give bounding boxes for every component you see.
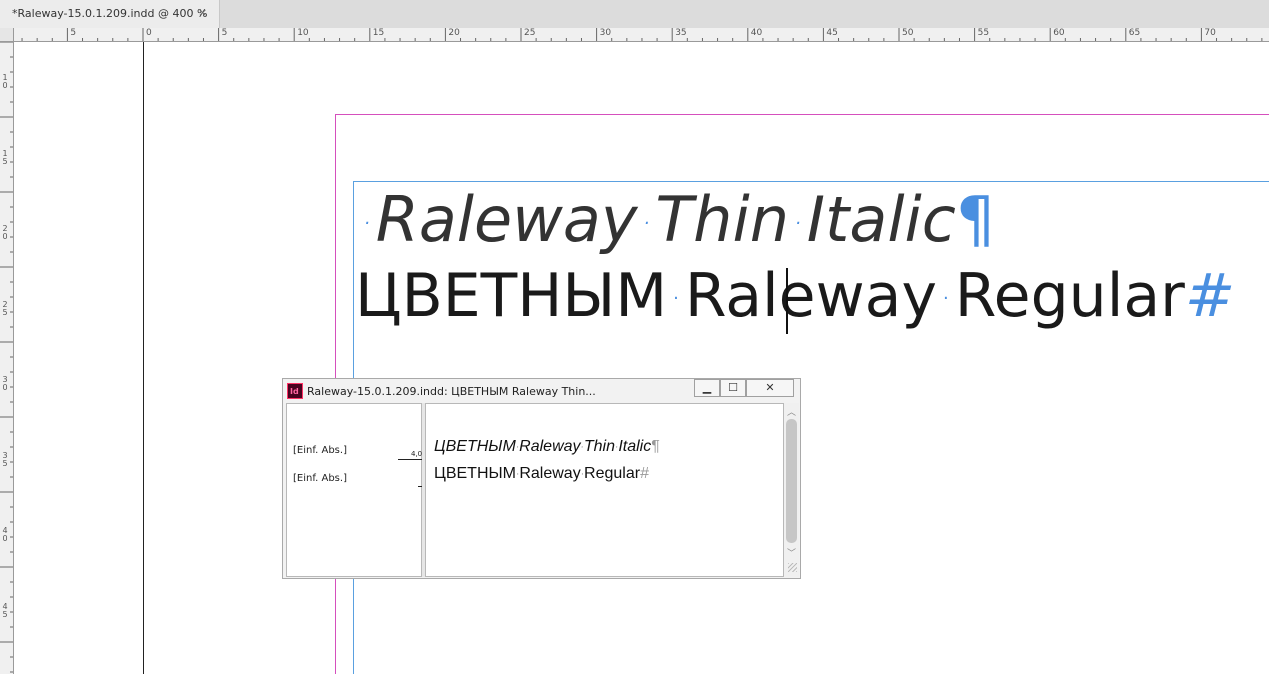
ruler-origin[interactable] [0, 28, 14, 42]
word: Raleway [375, 183, 638, 256]
maximize-icon: ☐ [728, 381, 738, 394]
word: ЦВЕТНЫМ [434, 438, 516, 455]
ruler-label: 5 [70, 28, 77, 38]
app-icon-label: Id [290, 387, 299, 396]
ruler-label: 30 [599, 28, 612, 38]
minimize-icon: ▁ [702, 381, 712, 394]
text-frame-top-edge [353, 181, 1269, 182]
word: Regular [584, 465, 641, 482]
ruler-label: 40 [750, 28, 763, 38]
word: Raleway [684, 261, 937, 331]
end-of-story-mark: # [1184, 261, 1236, 331]
space-marker: · [364, 212, 370, 234]
depth-ruler [398, 459, 422, 460]
ruler-label: 4 5 [2, 601, 8, 619]
vertical-scrollbar[interactable]: ︿ ﹀ [784, 403, 799, 577]
word: Thin [655, 183, 789, 256]
indesign-app-icon: Id [287, 383, 303, 399]
word: Italic [618, 438, 652, 455]
vertical-ruler[interactable]: 1 0 1 5 2 0 2 5 3 0 3 5 4 0 4 5 [0, 42, 14, 674]
paragraph-mark: ¶ [651, 438, 660, 455]
end-of-story-mark: # [640, 465, 649, 482]
scroll-thumb[interactable] [786, 419, 797, 543]
document-tab[interactable]: *Raleway-15.0.1.209.indd @ 400 % × [0, 0, 220, 28]
horizontal-ruler-ticks [21, 28, 1263, 41]
ruler-label: 3 0 [2, 375, 8, 392]
style-name-2: [Einf. Abs.] [293, 473, 347, 484]
word: ЦВЕТНЫМ [355, 261, 668, 331]
story-line-1[interactable]: ЦВЕТНЫМ·Raleway·Thin·Italic¶ [434, 438, 660, 456]
ruler-label: 0 [146, 28, 152, 38]
ruler-label: 2 0 [2, 224, 8, 241]
vertical-ruler-ticks [0, 42, 13, 673]
text-line-regular[interactable]: ЦВЕТНЫМ · Raleway · Regular# [355, 258, 1235, 337]
document-tab-bar: *Raleway-15.0.1.209.indd @ 400 % × [0, 0, 1269, 29]
ruler-label: 4 0 [2, 526, 8, 543]
ruler-label: 3 5 [2, 450, 8, 468]
story-editor-title: Raleway-15.0.1.209.indd: ЦВЕТНЫМ Raleway… [307, 385, 596, 398]
ruler-label: 2 5 [2, 299, 8, 317]
ruler-label: 60 [1053, 28, 1065, 38]
depth-value: 4,0 [411, 450, 423, 458]
ruler-label: 50 [902, 28, 914, 38]
story-editor-titlebar[interactable]: Id Raleway-15.0.1.209.indd: ЦВЕТНЫМ Rale… [283, 379, 800, 403]
ruler-label: 65 [1128, 28, 1141, 38]
ruler-label: 45 [826, 28, 838, 38]
close-tab-icon[interactable]: × [198, 6, 207, 19]
ruler-label: 15 [372, 28, 385, 38]
document-tab-title: *Raleway-15.0.1.209.indd @ 400 % [12, 7, 208, 20]
story-text-area[interactable]: ЦВЕТНЫМ·Raleway·Thin·Italic¶ ЦВЕТНЫМ·Ral… [425, 403, 784, 577]
margin-guide-top [335, 114, 1269, 115]
close-button[interactable]: ✕ [746, 379, 794, 397]
ruler-label: 1 5 [2, 148, 8, 166]
ruler-label: 35 [675, 28, 687, 38]
word: Thin [583, 438, 615, 455]
text-line-thin-italic[interactable]: ·Raleway ·Thin ·Italic¶ [358, 184, 995, 260]
maximize-button[interactable]: ☐ [720, 379, 746, 397]
space-marker: · [942, 288, 949, 310]
word: Raleway [519, 465, 581, 482]
scroll-down-icon[interactable]: ﹀ [787, 546, 796, 559]
story-line-2[interactable]: ЦВЕТНЫМ·Raleway·Regular# [434, 465, 649, 483]
paragraph-mark: ¶ [955, 183, 996, 256]
pasteboard[interactable] [14, 42, 1269, 674]
text-cursor [786, 268, 788, 334]
ruler-label: 5 [221, 28, 228, 38]
word: Italic [806, 183, 956, 256]
space-marker: · [795, 212, 801, 234]
space-marker: · [673, 288, 679, 310]
story-editor-window[interactable]: Id Raleway-15.0.1.209.indd: ЦВЕТНЫМ Rale… [282, 378, 801, 579]
ruler-label: 55 [977, 28, 990, 38]
word: Regular [954, 261, 1185, 331]
style-name-column[interactable]: [Einf. Abs.] 4,0 [Einf. Abs.] [286, 403, 422, 577]
ruler-label: 70 [1204, 28, 1216, 38]
close-icon: ✕ [765, 381, 775, 394]
ruler-label: 10 [297, 28, 309, 38]
ruler-label: 20 [448, 28, 460, 38]
word: Raleway [519, 438, 581, 455]
minimize-button[interactable]: ▁ [694, 379, 720, 397]
ruler-label: 25 [524, 28, 536, 38]
space-marker: · [643, 212, 650, 234]
resize-grip-icon[interactable] [788, 563, 797, 572]
ruler-label: 1 0 [2, 73, 8, 90]
horizontal-ruler[interactable]: 5 0 5 10 15 20 25 30 35 40 45 50 55 60 65 70 [14, 28, 1269, 42]
page-edge [143, 42, 144, 674]
scroll-up-icon[interactable]: ︿ [787, 405, 796, 418]
style-name-1: [Einf. Abs.] [293, 445, 347, 456]
word: ЦВЕТНЫМ [434, 465, 516, 482]
